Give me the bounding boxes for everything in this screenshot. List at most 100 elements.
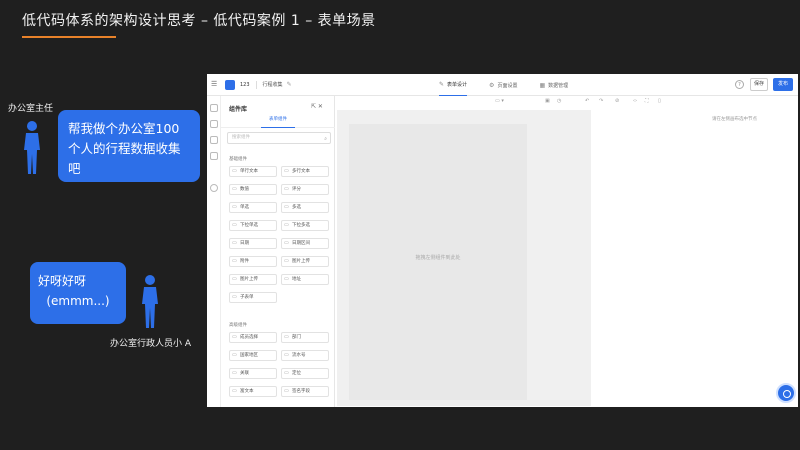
manager-speech-bubble: 帮我做个办公室100个人的行程数据收集吧 [58,110,200,182]
redo-icon[interactable]: ↷ [599,98,603,104]
canvas-hint: 拖拽左侧组件到此处 [415,255,461,261]
menu-icon[interactable]: ☰ [211,80,217,88]
component-item[interactable]: ▭ 流水号 [281,350,329,361]
form-builder-window: ☰ 123 行程收集 ✎ ✎ 表单设计 ⚙ 页面设置 ▦ 数据管理 ? 保存 发… [207,74,798,407]
component-item[interactable]: ▭ 单选 [229,202,277,213]
component-type-icon: ▭ [232,334,237,340]
form-name[interactable]: 行程收集 [263,81,283,88]
help-icon[interactable]: ? [735,80,744,89]
search-placeholder: 搜索组件 [232,135,250,140]
component-item[interactable]: ▭ 图片上传 [229,274,277,285]
settings-icon[interactable] [210,184,218,192]
component-item[interactable]: ▭ 国家地区 [229,350,277,361]
tab-page-settings[interactable]: ⚙ 页面设置 [489,74,517,96]
preview-icon[interactable]: ▣ [545,98,550,104]
group-title-advanced: 高级组件 [229,323,247,328]
component-label: 附件 [240,259,249,264]
component-type-icon: ▭ [284,186,289,192]
component-item[interactable]: ▭ 数值 [229,184,277,195]
component-type-icon: ▭ [232,186,237,192]
component-label: 图片上传 [240,277,258,282]
left-rail [207,96,221,407]
component-label: 签名字段 [292,389,310,394]
device-select[interactable]: ▭ ▾ [495,98,504,104]
publish-button[interactable]: 发布 [773,78,793,91]
datasource-icon[interactable] [210,152,218,160]
admin-label: 办公室行政人员小 A [110,339,192,349]
rename-icon[interactable]: ✎ [287,81,292,88]
component-item[interactable]: ▭ 子表单 [229,292,277,303]
dock-icon[interactable]: ▯ [658,98,661,104]
form-canvas[interactable]: 拖拽左侧组件到此处 [349,124,527,400]
app-topbar: ☰ 123 行程收集 ✎ ✎ 表单设计 ⚙ 页面设置 ▦ 数据管理 ? 保存 发… [207,74,798,96]
component-type-icon: ▭ [232,370,237,376]
component-item[interactable]: ▭ 关联 [229,368,277,379]
component-label: 成员选择 [240,335,258,340]
tab-form-design[interactable]: ✎ 表单设计 [439,74,468,96]
tab-form-components[interactable]: 表单组件 [221,116,335,128]
component-label: 定位 [292,371,301,376]
component-item[interactable]: ▭ 签名字段 [281,386,329,397]
component-item[interactable]: ▭ 单行文本 [229,166,277,177]
manager-label: 办公室主任 [8,104,54,114]
component-search-input[interactable]: 搜索组件 ⌕ [227,132,331,144]
component-type-icon: ▭ [284,388,289,394]
component-type-icon: ▭ [232,294,237,300]
component-item[interactable]: ▭ 定位 [281,368,329,379]
component-item[interactable]: ▭ 下拉单选 [229,220,277,231]
outline-icon[interactable] [210,120,218,128]
component-item[interactable]: ▭ 多行文本 [281,166,329,177]
component-type-icon: ▭ [284,276,289,282]
code-view-icon[interactable]: ‹› [633,98,637,104]
component-panel: 组件库 ⇱ ✕ 表单组件 搜索组件 ⌕ 基础组件 ▭ 单行文本 ▭ 多行文本 ▭ 数值 ▭ 评… [221,96,335,407]
component-label: 多行文本 [292,169,310,174]
component-item[interactable]: ▭ 成员选择 [229,332,277,343]
canvas-area: 拖拽左侧组件到此处 [337,110,591,406]
undo-icon[interactable]: ↶ [585,98,589,104]
tab-label: 数据管理 [548,82,569,89]
component-label: 日期区间 [292,241,310,246]
fullscreen-icon[interactable]: ⛶ [645,98,649,104]
component-label: 评分 [292,187,301,192]
divider [255,80,257,89]
component-item[interactable]: ▭ 地址 [281,274,329,285]
panel-pin-icon[interactable]: ⇱ ✕ [311,103,323,110]
component-item[interactable]: ▭ 下拉多选 [281,220,329,231]
component-item[interactable]: ▭ 日期 [229,238,277,249]
admin-speech-line1: 好呀好呀 [38,274,87,288]
history-icon[interactable]: ◷ [557,98,561,104]
component-type-icon: ▭ [284,352,289,358]
code-icon[interactable] [210,136,218,144]
component-item[interactable]: ▭ 部门 [281,332,329,343]
component-label: 下拉单选 [240,223,258,228]
component-item[interactable]: ▭ 日期区间 [281,238,329,249]
clear-icon[interactable]: ⊘ [615,98,619,104]
tab-label: 页面设置 [497,82,518,89]
canvas-toolbar: ▭ ▾ ▣ ◷ ↶ ↷ ⊘ ‹› ⛶ ▯ [335,96,669,108]
component-label: 单选 [240,205,249,210]
component-label: 单行文本 [240,169,258,174]
component-item[interactable]: ▭ 多选 [281,202,329,213]
data-icon: ▦ [539,81,546,89]
component-type-icon: ▭ [284,370,289,376]
title-underline [22,36,116,38]
tab-label: 表单设计 [447,82,468,88]
component-type-icon: ▭ [284,258,289,264]
floating-assistant-button[interactable] [776,383,796,403]
mode-tabs: ✎ 表单设计 ⚙ 页面设置 ▦ 数据管理 [439,74,568,96]
component-icon[interactable] [210,104,218,112]
component-item[interactable]: ▭ 图片上传 [281,256,329,267]
component-item[interactable]: ▭ 附件 [229,256,277,267]
property-hint: 请在左侧画布选中节点 [712,117,757,122]
component-item[interactable]: ▭ 富文本 [229,386,277,397]
tab-data-management[interactable]: ▦ 数据管理 [539,74,568,96]
component-type-icon: ▭ [284,334,289,340]
component-label: 日期 [240,241,249,246]
save-button[interactable]: 保存 [750,78,768,91]
component-label: 地址 [292,277,301,282]
component-item[interactable]: ▭ 评分 [281,184,329,195]
component-label: 子表单 [240,295,254,300]
app-name[interactable]: 123 [240,82,250,88]
admin-speech-line2: (emmm...) [46,294,110,308]
property-panel: 请在左侧画布选中节点 [669,108,798,407]
